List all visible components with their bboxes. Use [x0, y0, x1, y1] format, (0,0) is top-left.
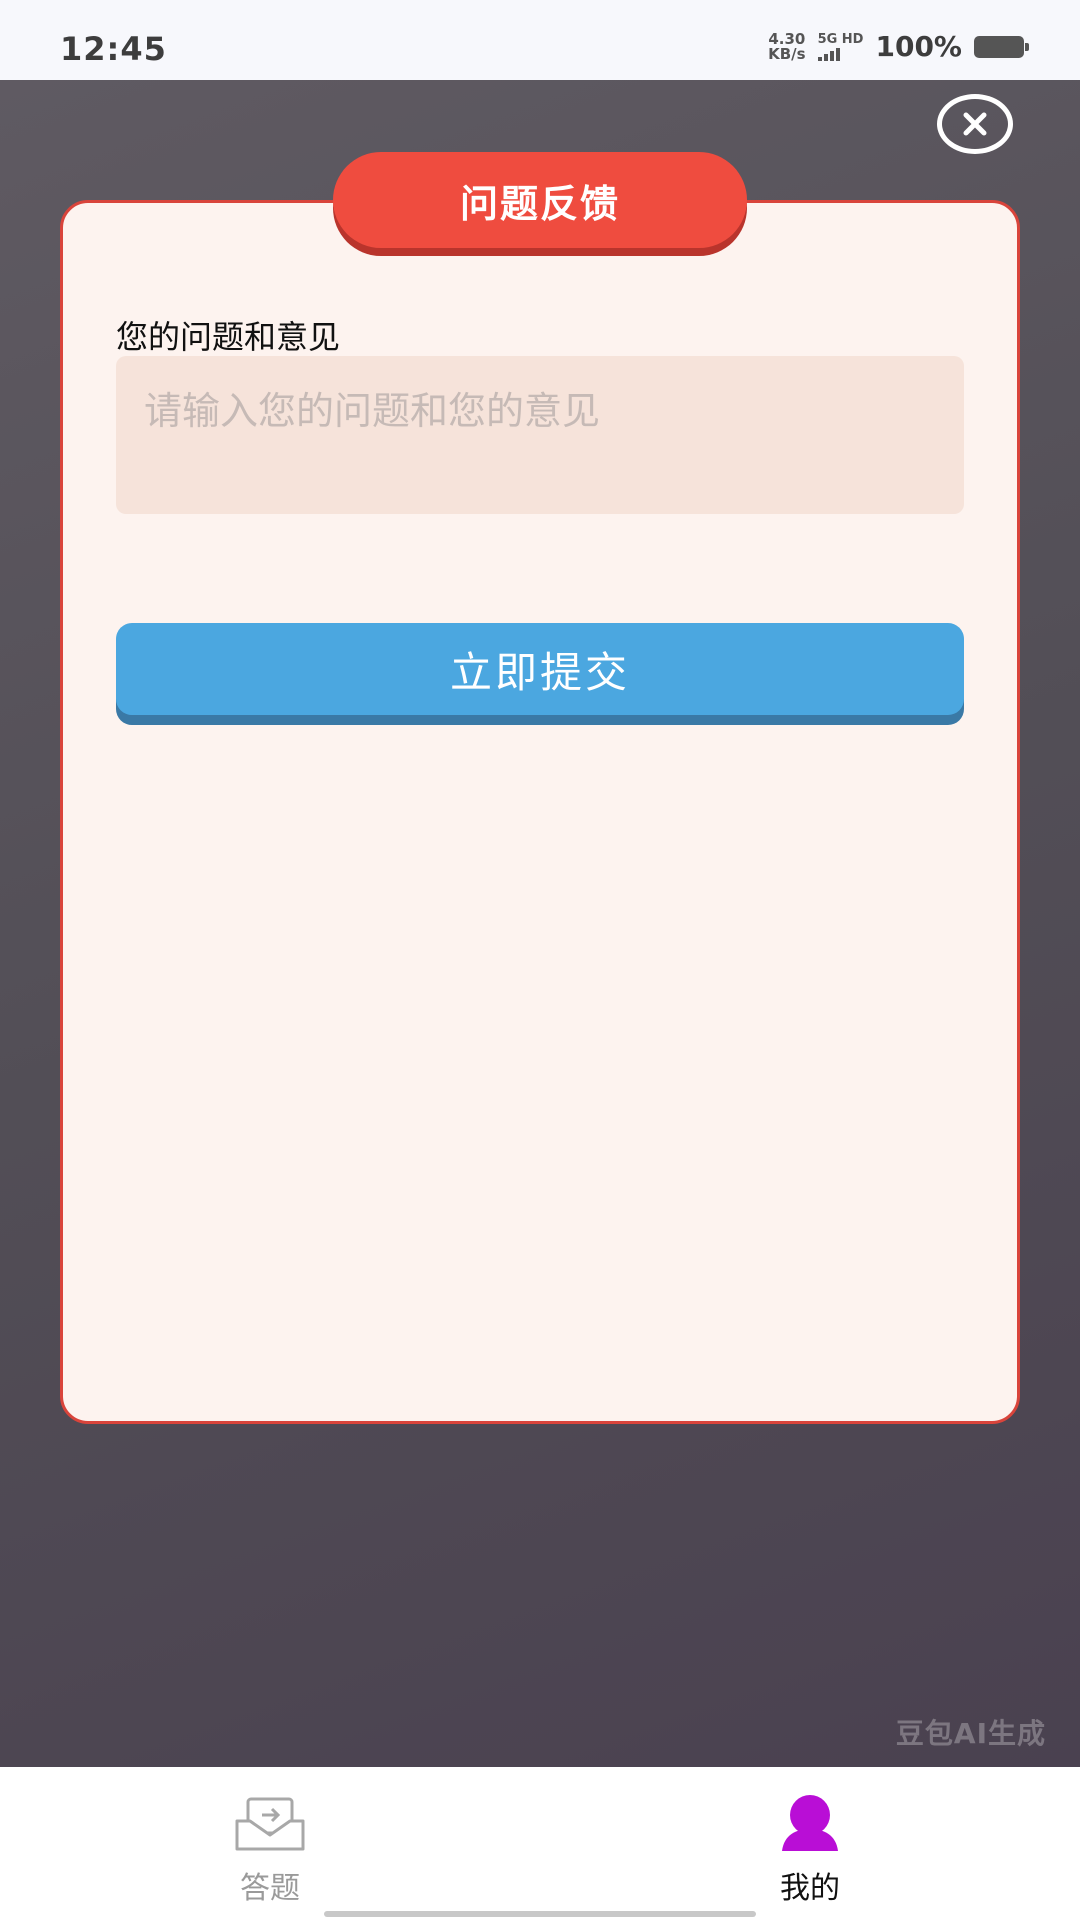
user-icon — [782, 1795, 838, 1851]
status-indicators: 4.30 KB/s 5G HD 100% — [768, 30, 1029, 63]
watermark: 豆包AI生成 — [895, 1717, 1046, 1750]
close-icon — [963, 112, 987, 136]
status-time: 12:45 — [60, 30, 167, 68]
dialog-title: 问题反馈 — [333, 152, 747, 248]
close-button[interactable] — [937, 94, 1013, 154]
feedback-input[interactable] — [116, 356, 964, 514]
mail-tray-icon — [235, 1797, 305, 1851]
network-type: 5G HD — [817, 31, 864, 61]
tab-mine[interactable]: 我的 — [710, 1767, 910, 1907]
battery-icon — [974, 35, 1029, 58]
network-speed-unit: KB/s — [768, 44, 806, 63]
network-speed: 4.30 KB/s — [768, 31, 806, 63]
home-indicator[interactable] — [324, 1911, 756, 1917]
tab-answer[interactable]: 答题 — [170, 1767, 370, 1907]
battery-percent: 100% — [875, 30, 962, 63]
bottom-tab-bar: 答题 我的 — [0, 1767, 1080, 1920]
network-type-label: 5G HD — [817, 31, 864, 47]
feedback-field-label: 您的问题和意见 — [116, 318, 341, 356]
tab-mine-label: 我的 — [780, 1871, 840, 1906]
signal-icon — [817, 47, 864, 61]
submit-button[interactable]: 立即提交 — [116, 623, 964, 715]
status-bar: 12:45 4.30 KB/s 5G HD 100% — [0, 0, 1080, 80]
tab-answer-label: 答题 — [240, 1871, 300, 1906]
